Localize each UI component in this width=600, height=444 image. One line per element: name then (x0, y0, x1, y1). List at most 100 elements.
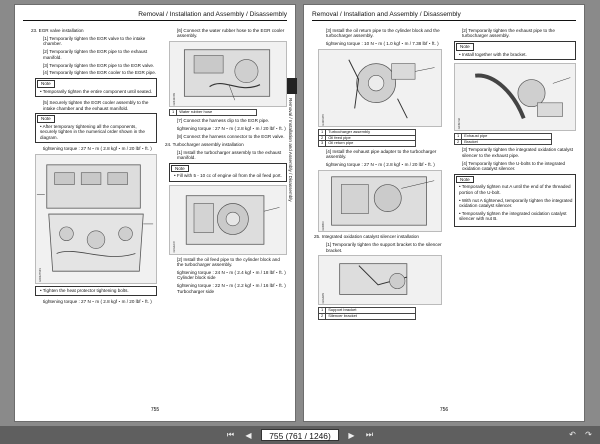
note-title: Note (456, 43, 474, 51)
page-number-field[interactable]: 755 (761 / 1246) (261, 429, 339, 441)
page-number: 756 (439, 407, 449, 413)
note-text: • Install together with the bracket. (459, 51, 527, 57)
page-number: 755 (150, 407, 160, 413)
note-box: Note • Temporarily tighten nut A until t… (454, 173, 576, 228)
note-text: • Tighten the heat protector tightening … (40, 288, 129, 293)
note-box: • Tighten the heat protector tightening … (35, 286, 157, 297)
step-24-4: [4] Install the exhaust pipe adapter to … (326, 149, 437, 160)
torque-spec: tightening torque : 27 N・m ( 2.8 kgf・m /… (177, 125, 286, 131)
step-23-5: [5] Securely tighten the EGR cooler asse… (43, 100, 149, 111)
right-page: Removal / Installation and Assembly / Di… (303, 4, 585, 422)
last-page-icon[interactable]: ⏭ (364, 430, 375, 441)
note-box: Note • Install together with the bracket… (454, 41, 576, 61)
note-text: • Temporarily tighten nut A until the en… (455, 183, 575, 226)
engine-illustration (331, 176, 435, 226)
support-bracket-diagram: G0A4W3 (318, 255, 442, 306)
step-23-1: [1] Temporarily tighten the EGR valve to… (43, 35, 146, 47)
note-text: • Fill with 5 - 10 cc of engine oil from… (174, 173, 282, 179)
step-23-2: [2] Temporarily tighten the EGR pipe to … (43, 49, 148, 60)
figure-id: G0442C83 (173, 92, 176, 106)
pdf-navigation-toolbar: ⏮ ◀ 755 (761 / 1246) ▶ ⏭ ↶ ↷ (0, 426, 600, 444)
legend-number: 2 (453, 138, 463, 146)
forward-icon[interactable]: ↷ (583, 429, 594, 440)
prev-page-icon[interactable]: ◀ (243, 430, 254, 441)
left-page: Removal / Installation and Assembly / Di… (14, 4, 296, 422)
header-rule (312, 20, 576, 21)
step-23-4: [4] Temporarily tighten the EGR cooler t… (43, 70, 157, 76)
figure-id: G4RN4T0 (322, 113, 325, 126)
torque-spec: tightening torque : 27 N・m ( 2.8 kgf・m /… (326, 162, 435, 168)
torque-spec: tightening torque : 22 N・m ( 2.2 kgf・m /… (177, 283, 286, 294)
legend-table: 1 Exhaust pipe 2 Bracket (453, 133, 553, 146)
note-text: • After temporary tightening all the com… (40, 123, 145, 140)
tab-marker (287, 78, 297, 94)
torque-spec: tightening torque : 27 N・m ( 2.8 kgf・m /… (43, 146, 152, 152)
back-icon[interactable]: ↶ (567, 429, 578, 440)
water-hose-diagram: G0442C83 (169, 41, 287, 108)
legend-number: 2 (317, 313, 327, 320)
section-side-tab: Removal / Installation and Assembly / Di… (287, 78, 297, 228)
right-col-1: [3] Install the oil return pipe to the c… (314, 28, 442, 322)
note-item: • With nut A tightened, temporarily tigh… (459, 197, 573, 209)
legend-table: 1 Turbocharger assembly 2 Oil feed pipe … (317, 129, 417, 147)
legend-number: 1 (168, 109, 178, 116)
legend-label: Oil return pipe (325, 140, 417, 147)
exhaust-adapter-diagram: G0480C (318, 170, 442, 233)
header-rule (23, 20, 287, 21)
step-25-1: [1] Temporarily tighten the support brac… (326, 242, 442, 253)
step-24-2: [2] Install the oil feed pipe to the cyl… (177, 256, 280, 268)
torque-spec: tightening torque : 27 N・m ( 2.8 kgf・m /… (43, 299, 152, 305)
first-page-icon[interactable]: ⏮ (225, 430, 236, 441)
engine-illustration (36, 164, 154, 272)
exhaust-illustration (475, 73, 571, 120)
engine-illustration (185, 194, 280, 245)
step-23-8: [8] Connect the harness connector to the… (177, 133, 285, 139)
legend-label: Silencer bracket (325, 313, 417, 320)
note-box: Note • Temporarily tighten the entire co… (35, 78, 157, 98)
history-controls: ↶ ↷ (567, 429, 594, 440)
oil-pipe-diagram: G4RN4T0 (318, 49, 442, 128)
legend-row: 3 Oil return pipe (317, 140, 417, 147)
legend-label: Water rubber hose (176, 109, 258, 116)
legend-row: 2 Silencer bracket (317, 313, 417, 320)
note-title: Note (37, 80, 55, 88)
step-23: 23. EGR valve installation (31, 28, 84, 33)
egr-assembly-diagram: G0042T94S (35, 154, 157, 284)
legend-label: Bracket (461, 138, 553, 146)
step-24: 24. Turbocharger assembly installation (165, 141, 244, 147)
step-24-3: [3] Install the oil return pipe to the c… (326, 28, 440, 39)
legend-table: 1 Water rubber hose (168, 109, 258, 116)
note-item: • Temporarily tighten nut A until the en… (459, 184, 571, 195)
side-tab-label: Removal / Installation and Assembly / Di… (288, 98, 293, 202)
engine-illustration (183, 49, 271, 101)
step-25: 25. Integrated oxidation catalyst silenc… (314, 234, 419, 240)
exhaust-pipe-diagram: G0497G6 (454, 63, 576, 132)
torque-spec: tightening torque : 10 N・m ( 1.0 kgf・m /… (326, 41, 439, 47)
figure-id: G0G3A47 (173, 241, 176, 253)
step-25-2: [2] Temporarily tighten the exhaust pipe… (462, 28, 555, 39)
step-23-7: [7] Connect the harness clip to the EGR … (177, 117, 270, 123)
step-25-4: [4] Temporarily tighten the U-bolts to t… (462, 160, 566, 172)
page-header: Removal / Installation and Assembly / Di… (138, 11, 287, 18)
legend-table: 1 Support bracket 2 Silencer bracket (317, 307, 417, 320)
torque-spec: tightening torque : 24 N・m ( 2.4 kgf・m /… (177, 269, 286, 281)
note-item: • Temporarily tighten the integrated oxi… (459, 210, 567, 222)
note-text: • Temporarily tighten the entire compone… (40, 88, 153, 94)
note-title: Note (37, 115, 55, 123)
step-25-3: [3] Temporarily tighten the integrated o… (462, 147, 573, 158)
legend-number: 3 (317, 140, 327, 147)
page-header: Removal / Installation and Assembly / Di… (312, 11, 461, 18)
legend-row: 2 Bracket (453, 138, 553, 146)
figure-id: G0A4W3 (322, 292, 325, 304)
note-title: Note (456, 175, 474, 184)
left-col-1: 23. EGR valve installation [1] Temporari… (31, 28, 157, 307)
note-title: Note (171, 164, 189, 173)
bracket-illustration (339, 263, 408, 296)
turbo-illustration (348, 59, 435, 119)
next-page-icon[interactable]: ▶ (346, 430, 357, 441)
figure-id: G0480C (322, 220, 325, 231)
step-23-3: [3] Temporarily tighten the EGR pipe to … (43, 62, 155, 68)
right-col-2: [2] Temporarily tighten the exhaust pipe… (450, 28, 576, 230)
step-24-1: [1] Install the turbocharger assembly to… (177, 149, 282, 160)
note-box: Note • After temporary tightening all th… (35, 113, 157, 144)
